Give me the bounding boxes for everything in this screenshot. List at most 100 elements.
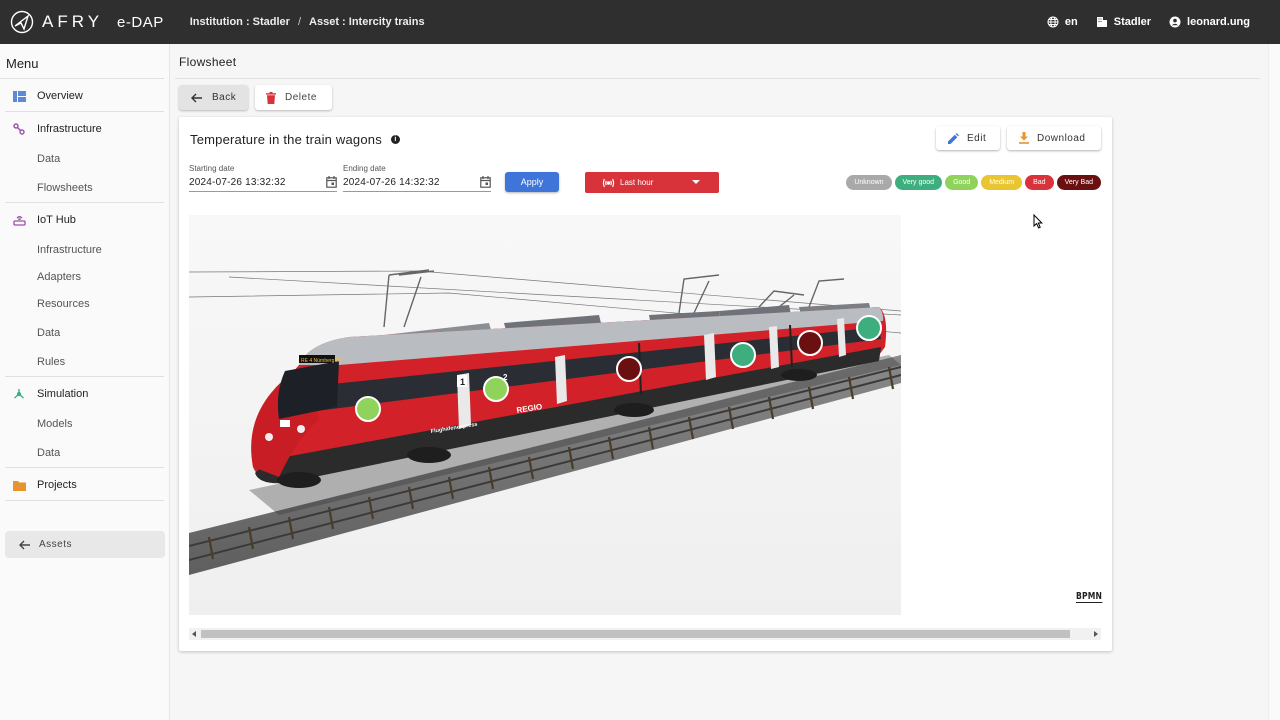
sidebar-item-resources[interactable]: Resources	[0, 289, 169, 318]
divider	[5, 467, 164, 468]
flowsheet-title-text: Temperature in the train wagons	[190, 132, 382, 147]
destination-display: RE 4 Nürnberg Hbf	[301, 358, 344, 364]
ending-date-label: Ending date	[343, 164, 386, 173]
sidebar-item-flowsheets[interactable]: Flowsheets	[0, 173, 169, 202]
sidebar-item-overview[interactable]: Overview	[0, 81, 169, 111]
legend-chip-medium: Medium	[981, 175, 1023, 190]
sidebar-item-adapters[interactable]: Adapters	[0, 264, 169, 289]
sidebar-item-simulation-data[interactable]: Data	[0, 438, 169, 467]
network-icon	[12, 122, 26, 136]
sidebar-item-iot-infrastructure[interactable]: Infrastructure	[0, 235, 169, 264]
flowsheet-card: Temperature in the train wagons i Edit D…	[179, 117, 1112, 651]
logo-text: AFRY	[42, 12, 104, 31]
sidebar-item-iot-hub[interactable]: IoT Hub	[0, 205, 169, 235]
language-label: en	[1064, 16, 1078, 28]
divider	[5, 202, 164, 203]
sensor-marker[interactable]	[730, 342, 756, 368]
ending-date-field[interactable]: Ending date 2024-07-26 14:32:32	[343, 164, 491, 192]
arrow-left-icon	[191, 93, 202, 102]
horizontal-scrollbar[interactable]	[189, 628, 1101, 640]
back-button[interactable]: Back	[179, 85, 248, 110]
caret-down-icon	[692, 180, 700, 184]
breadcrumb-institution[interactable]: Institution : Stadler	[190, 16, 290, 28]
sensor-marker[interactable]	[856, 315, 882, 341]
building-icon	[1096, 17, 1107, 27]
sidebar-item-infrastructure-data[interactable]: Data	[0, 144, 169, 173]
ending-date-value: 2024-07-26 14:32:32	[343, 176, 440, 188]
user-menu[interactable]: leonard.ung	[1169, 16, 1250, 28]
sidebar-item-label: Projects	[37, 479, 77, 491]
dashboard-icon	[12, 89, 26, 103]
sidebar-item-models[interactable]: Models	[0, 409, 169, 438]
divider	[5, 500, 164, 501]
product-name: e-DAP	[117, 13, 164, 31]
period-select[interactable]: Last hour	[585, 172, 719, 193]
top-app-bar: AFRY e-DAP Institution : Stadler / Asset…	[0, 0, 1280, 44]
scroll-right-icon[interactable]	[1094, 631, 1098, 637]
ending-date-input[interactable]: 2024-07-26 14:32:32	[343, 176, 491, 192]
sidebar-item-label: Simulation	[37, 388, 89, 400]
period-select-value: Last hour	[620, 178, 654, 187]
flowsheet-canvas[interactable]: RE 4 Nürnberg Hbf 1 2 REGIO Flughafenexp…	[189, 215, 901, 615]
download-button-label: Download	[1037, 132, 1086, 144]
breadcrumb: Institution : Stadler / Asset : Intercit…	[190, 16, 425, 28]
starting-date-label: Starting date	[189, 164, 235, 173]
afry-logo-icon	[10, 10, 34, 34]
back-button-label: Back	[212, 92, 237, 103]
bpmn-label: BPMN	[1076, 591, 1103, 603]
sidebar-item-rules[interactable]: Rules	[0, 347, 169, 376]
assets-button-label: Assets	[39, 539, 73, 550]
breadcrumb-asset[interactable]: Asset : Intercity trains	[309, 16, 425, 28]
status-legend: Unknown Very good Good Medium Bad Very B…	[843, 175, 1101, 190]
sidebar-item-simulation[interactable]: Simulation	[0, 379, 169, 409]
scrollbar-thumb[interactable]	[201, 630, 1070, 638]
sidebar-item-label: IoT Hub	[37, 214, 76, 226]
assets-button[interactable]: Assets	[5, 531, 165, 558]
edit-button[interactable]: Edit	[936, 126, 1000, 150]
vertical-scrollbar[interactable]	[1268, 44, 1280, 720]
legend-chip-bad: Bad	[1025, 175, 1054, 190]
app-logo[interactable]: AFRY	[10, 10, 103, 34]
info-icon[interactable]: i	[390, 135, 400, 144]
apply-button[interactable]: Apply	[505, 172, 559, 192]
delete-button[interactable]: Delete	[255, 85, 332, 110]
sensor-marker[interactable]	[483, 376, 509, 402]
door-number-1: 1	[460, 377, 465, 387]
calendar-icon[interactable]	[326, 176, 337, 188]
arrow-left-icon	[19, 540, 30, 549]
pencil-icon	[948, 132, 959, 144]
user-name: leonard.ung	[1187, 16, 1250, 28]
sensor-marker[interactable]	[616, 356, 642, 382]
download-icon	[1019, 132, 1029, 144]
sidebar-item-label: Overview	[37, 90, 83, 102]
live-signal-icon	[602, 178, 615, 187]
legend-chip-very-good: Very good	[894, 175, 943, 190]
calendar-icon[interactable]	[480, 176, 491, 188]
sidebar: Menu Overview Infrastructure Data Flowsh…	[0, 44, 170, 720]
simulation-icon	[12, 387, 26, 401]
globe-icon	[1047, 16, 1059, 28]
flowsheet-title: Temperature in the train wagons i	[190, 132, 400, 147]
organization-selector[interactable]: Stadler	[1096, 16, 1151, 28]
mouse-cursor-icon	[1033, 214, 1043, 229]
language-selector[interactable]: en	[1047, 16, 1078, 28]
page-title: Flowsheet	[179, 55, 237, 69]
starting-date-input[interactable]: 2024-07-26 13:32:32	[189, 176, 337, 192]
trash-icon	[266, 91, 276, 104]
starting-date-field[interactable]: Starting date 2024-07-26 13:32:32	[189, 164, 337, 192]
starting-date-value: 2024-07-26 13:32:32	[189, 176, 286, 188]
scroll-left-icon[interactable]	[192, 631, 196, 637]
edit-button-label: Edit	[967, 132, 987, 144]
sensor-marker[interactable]	[355, 396, 381, 422]
sidebar-item-infrastructure[interactable]: Infrastructure	[0, 114, 169, 144]
sidebar-item-iot-data[interactable]: Data	[0, 318, 169, 347]
divider	[5, 111, 164, 112]
sidebar-item-projects[interactable]: Projects	[0, 470, 169, 500]
sensor-marker[interactable]	[797, 330, 823, 356]
download-button[interactable]: Download	[1007, 126, 1101, 150]
router-icon	[12, 213, 26, 227]
menu-title: Menu	[0, 44, 164, 79]
train-illustration: RE 4 Nürnberg Hbf 1 2 REGIO Flughafenexp…	[189, 215, 901, 615]
legend-chip-unknown: Unknown	[846, 175, 892, 190]
legend-chip-very-bad: Very Bad	[1056, 175, 1101, 190]
